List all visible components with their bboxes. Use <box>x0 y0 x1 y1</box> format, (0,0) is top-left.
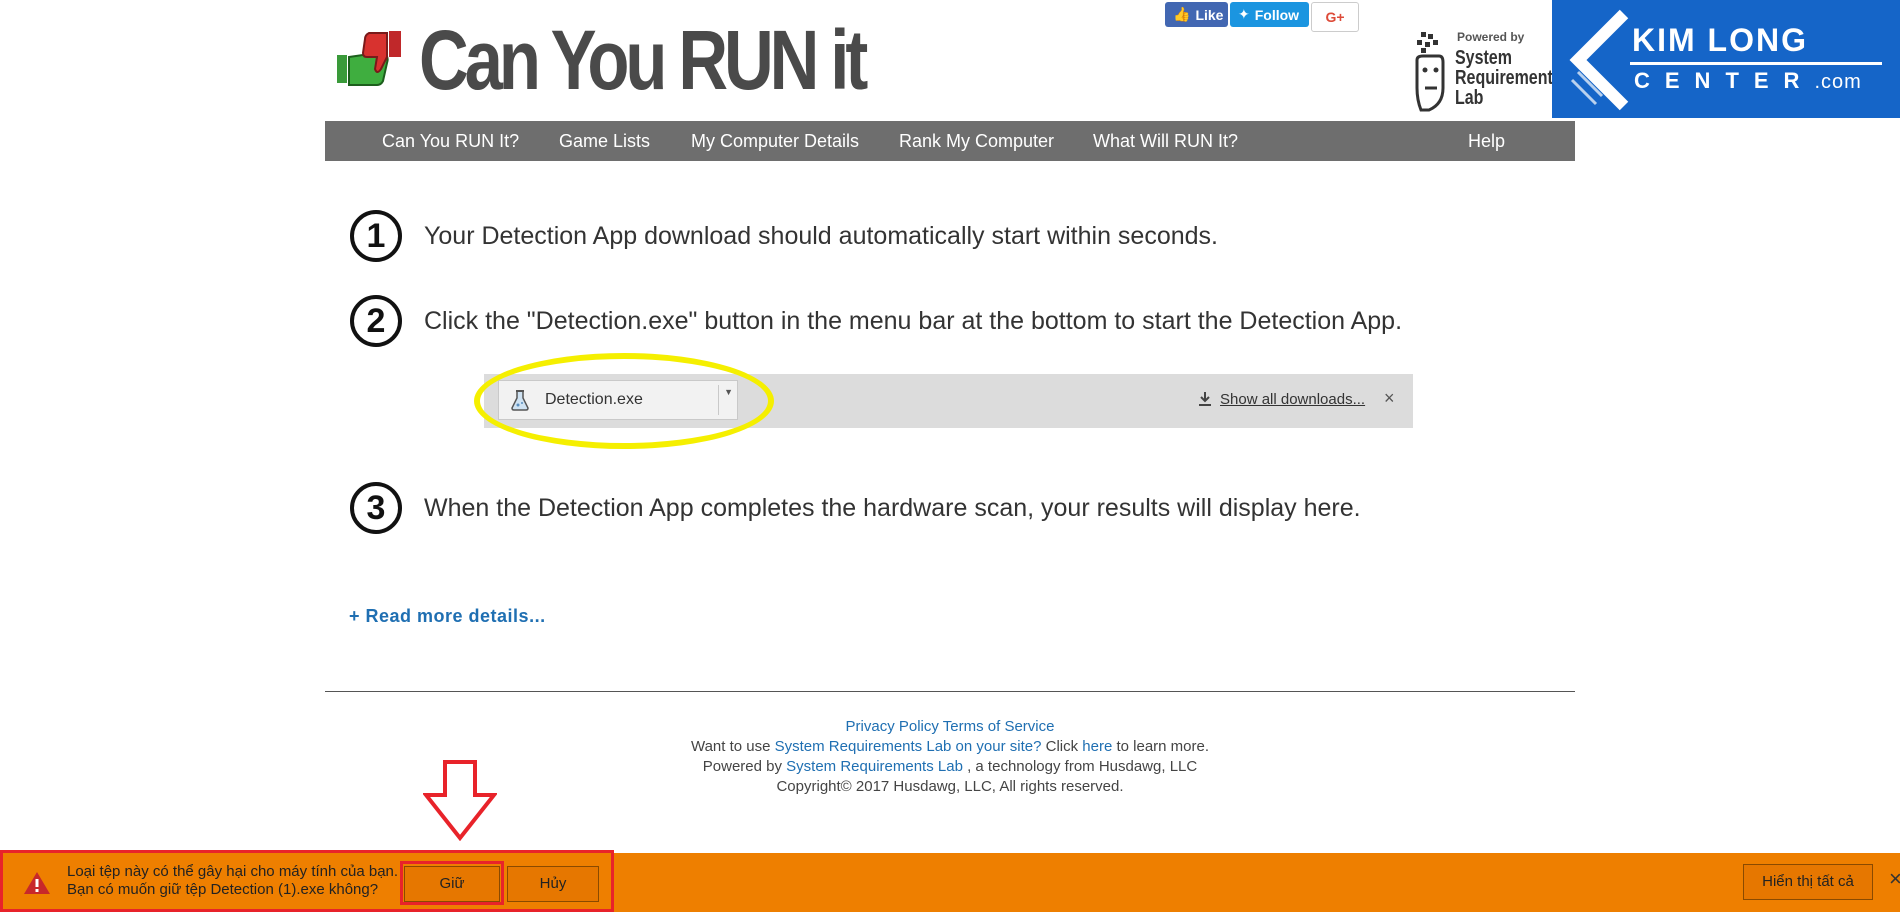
step-1-number: 1 <box>350 210 402 262</box>
powered-by-label: Powered by <box>1457 30 1525 44</box>
footer-line2-post: to learn more. <box>1112 738 1210 755</box>
copyright: Copyright© 2017 Husdawg, LLC, All rights… <box>776 778 1124 795</box>
srl-face-icon <box>1415 32 1445 112</box>
srl-logo[interactable]: Powered by System Requirements Lab <box>1413 26 1562 112</box>
kimlong-watermark: KIM LONG CENTER.com <box>1552 0 1900 118</box>
show-all-downloads-illustration: Show all downloads... <box>1196 390 1365 408</box>
thumbs-up-down-icon <box>337 31 401 86</box>
footer-line-2: Want to use System Requirements Lab on y… <box>325 737 1575 757</box>
google-plus-button[interactable]: G+ <box>1311 2 1359 32</box>
footer-line3-post: , a technology from Husdawg, LLC <box>962 758 1198 775</box>
nav-help[interactable]: Help <box>1468 121 1505 161</box>
step-3: 3 When the Detection App completes the h… <box>350 482 1361 534</box>
kimlong-com: .com <box>1814 71 1862 93</box>
footer-line2-mid: Click <box>1041 738 1083 755</box>
step-2-text: Click the "Detection.exe" button in the … <box>424 306 1403 335</box>
twitter-bird-icon: ✦ <box>1238 6 1250 22</box>
thumbs-up-icon: 👍 <box>1173 6 1191 22</box>
warning-line-1: Loại tệp này có thể gây hại cho máy tính… <box>67 863 399 880</box>
main-nav: Can You RUN It? Game Lists My Computer D… <box>325 121 1575 161</box>
facebook-like-button[interactable]: 👍 Like <box>1165 2 1228 27</box>
srl-name: System Requirements Lab <box>1455 48 1562 108</box>
kimlong-divider <box>1630 62 1882 65</box>
close-icon[interactable]: × <box>1889 866 1900 892</box>
srl-line3: Lab <box>1455 87 1484 109</box>
kimlong-chevron-icon <box>1569 9 1629 111</box>
read-more-link[interactable]: + Read more details... <box>349 606 546 627</box>
kimlong-center: CENTER <box>1634 68 1815 93</box>
cancel-button[interactable]: Hủy <box>507 866 599 902</box>
kimlong-subtitle: CENTER.com <box>1634 68 1862 94</box>
srl-line1: System <box>1455 47 1512 69</box>
footer-line2-pre: Want to use <box>690 738 775 755</box>
gplus-label: G+ <box>1325 9 1345 25</box>
site-logo[interactable]: Can You RUN it <box>333 18 962 102</box>
close-icon: × <box>1384 388 1395 408</box>
step-3-text: When the Detection App completes the har… <box>424 493 1361 522</box>
show-all-label: Show all downloads... <box>1220 390 1366 408</box>
terms-of-service-link[interactable]: Terms of Service <box>943 718 1055 735</box>
nav-my-computer-details[interactable]: My Computer Details <box>691 121 859 161</box>
step-3-number: 3 <box>350 482 402 534</box>
show-all-downloads-button[interactable]: Hiển thị tất cả <box>1743 864 1873 900</box>
nav-what-will-run-it[interactable]: What Will RUN It? <box>1093 121 1238 161</box>
step-2: 2 Click the "Detection.exe" button in th… <box>350 295 1402 347</box>
download-warning-text: Loại tệp này có thể gây hại cho máy tính… <box>67 863 398 899</box>
nav-game-lists[interactable]: Game Lists <box>559 121 650 161</box>
privacy-policy-link[interactable]: Privacy Policy <box>846 718 939 735</box>
warning-triangle-icon <box>24 872 50 894</box>
keep-button-highlight <box>400 861 504 905</box>
nav-can-you-run-it[interactable]: Can You RUN It? <box>382 121 519 161</box>
footer-divider <box>325 691 1575 692</box>
red-down-arrow-icon <box>423 760 497 841</box>
footer-line-3: Powered by System Requirements Lab , a t… <box>325 757 1575 777</box>
social-buttons: 👍 Like ✦ Follow G+ <box>1165 2 1359 32</box>
step-1: 1 Your Detection App download should aut… <box>350 210 1218 262</box>
highlight-ellipse <box>474 353 774 449</box>
srl-link[interactable]: System Requirements Lab <box>786 758 963 775</box>
download-icon <box>1199 392 1211 406</box>
site-logo-text: Can You RUN it <box>419 13 868 107</box>
warning-line-2: Bạn có muốn giữ tệp Detection (1).exe kh… <box>67 881 379 898</box>
footer: Privacy Policy Terms of Service Want to … <box>325 717 1575 797</box>
step-1-text: Your Detection App download should autom… <box>424 221 1218 250</box>
kimlong-title: KIM LONG <box>1632 22 1808 58</box>
here-link[interactable]: here <box>1082 738 1112 755</box>
like-label: Like <box>1195 6 1224 23</box>
step-2-number: 2 <box>350 295 402 347</box>
twitter-follow-button[interactable]: ✦ Follow <box>1230 2 1309 27</box>
srl-on-your-site-link[interactable]: System Requirements Lab on your site? <box>775 738 1042 755</box>
follow-label: Follow <box>1254 6 1300 23</box>
footer-line3-pre: Powered by <box>702 758 787 775</box>
footer-line-1: Privacy Policy Terms of Service <box>325 717 1575 737</box>
srl-line2: Requirements <box>1455 67 1562 89</box>
nav-rank-my-computer[interactable]: Rank My Computer <box>899 121 1054 161</box>
